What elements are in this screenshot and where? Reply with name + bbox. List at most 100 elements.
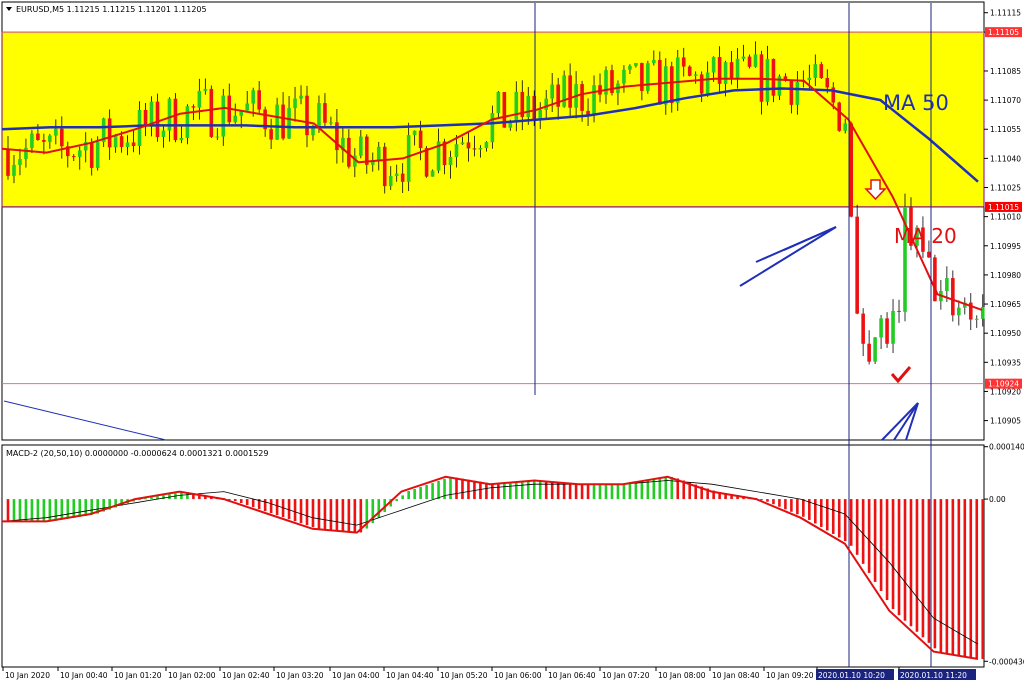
macd-bar <box>598 484 602 500</box>
time-tick-label: 10 Jan 02:40 <box>222 671 270 680</box>
macd-bar <box>957 499 961 656</box>
candle-body <box>382 146 387 187</box>
candle-body <box>813 64 818 78</box>
candle-body <box>544 98 548 110</box>
candle-body <box>825 78 830 88</box>
candle-body <box>687 66 692 76</box>
candle-body <box>807 77 812 81</box>
macd-bar <box>455 477 458 500</box>
candle-body <box>496 92 501 114</box>
candle-body <box>771 58 776 96</box>
macd-bar <box>568 483 572 500</box>
macd-bar <box>311 499 315 528</box>
macd-bar <box>473 480 476 500</box>
macd-bar <box>562 482 566 500</box>
macd-bar <box>497 483 500 500</box>
macd-bar <box>520 481 524 500</box>
candle-body <box>747 56 752 67</box>
candle-body <box>957 307 961 316</box>
candle-body <box>675 57 680 103</box>
macd-bar <box>239 499 243 504</box>
price-label: 1.11015 <box>988 203 1019 212</box>
time-tick-label: 10 Jan 02:00 <box>168 671 216 680</box>
forex-chart[interactable]: 1.11115 1.11105 1.11085 1.11070 1.11055 1.110… <box>0 0 1024 683</box>
macd-bar <box>933 499 937 649</box>
macd-bar <box>843 499 847 542</box>
candle-body <box>849 123 853 217</box>
candle-body <box>885 318 889 344</box>
candle-body <box>927 251 931 258</box>
candle-body <box>729 62 734 79</box>
candle-body <box>448 156 453 166</box>
candle-body <box>538 109 543 120</box>
price-tick-label: 1.10995 <box>990 242 1021 251</box>
macd-pane[interactable] <box>1 444 985 668</box>
candle-body <box>30 133 34 148</box>
candle-body <box>484 142 489 148</box>
macd-bar <box>305 499 309 526</box>
candle-body <box>209 88 214 137</box>
time-tick-label: 10 Jan 08:00 <box>658 671 706 680</box>
candle-body <box>634 62 638 66</box>
macd-bar <box>915 499 919 632</box>
candle-body <box>161 130 166 137</box>
macd-bar <box>437 480 440 500</box>
macd-bar <box>251 499 255 508</box>
macd-bar <box>532 480 536 500</box>
price-tick-label: 1.11040 <box>990 154 1021 163</box>
macd-bar <box>245 499 249 506</box>
macd-bar <box>574 483 578 500</box>
macd-bar <box>538 480 542 500</box>
candle-body <box>717 56 722 84</box>
time-tick-label: 10 Jan 06:00 <box>494 671 542 680</box>
candle-body <box>54 128 58 136</box>
macd-tick-label: 0.00 <box>989 495 1006 504</box>
time-tick-label: 2020.01.10 10:20 <box>818 671 885 680</box>
macd-bar <box>84 499 88 516</box>
candle-body <box>233 115 238 123</box>
macd-bar <box>616 484 620 500</box>
candle-body <box>699 74 704 94</box>
candle-body <box>550 84 554 99</box>
candle-body <box>879 318 883 338</box>
time-axis: 10 Jan 2020 10 Jan 00:40 10 Jan 01:20 10 Ja… <box>2 667 976 680</box>
macd-bar <box>772 499 775 505</box>
candle-body <box>867 343 871 362</box>
macd-bar <box>814 499 817 524</box>
macd-bar <box>72 499 76 518</box>
candle-body <box>24 147 28 159</box>
macd-bar <box>951 499 955 655</box>
candle-body <box>12 164 16 176</box>
macd-bar <box>981 499 985 660</box>
candle-body <box>269 129 273 140</box>
candle-body <box>329 122 333 124</box>
candle-body <box>125 142 130 147</box>
macd-bar <box>24 499 28 522</box>
candle-body <box>640 62 644 91</box>
macd-bar <box>30 499 34 522</box>
macd-bar <box>60 499 64 520</box>
candle-body <box>245 103 249 111</box>
candle-body <box>592 85 596 116</box>
candle-body <box>646 63 650 91</box>
macd-bar <box>849 499 853 546</box>
macd-bar <box>467 479 470 500</box>
candle-body <box>681 57 686 67</box>
candle-body <box>514 91 519 121</box>
price-tick-label: 1.10965 <box>990 300 1021 309</box>
macd-bar <box>287 499 291 520</box>
macd-bar <box>526 481 530 500</box>
candle-body <box>843 123 847 131</box>
candle-body <box>652 59 656 64</box>
candle-body <box>185 106 190 138</box>
macd-bar <box>461 478 464 500</box>
candle-body <box>891 310 895 344</box>
price-tick-label: 1.11115 <box>990 9 1021 18</box>
candle-body <box>323 103 327 123</box>
candle-body <box>526 95 531 118</box>
candle-body <box>113 136 118 148</box>
candle-body <box>705 72 710 94</box>
candle-body <box>191 106 196 108</box>
candle-body <box>974 318 979 320</box>
candle-body <box>580 84 584 111</box>
